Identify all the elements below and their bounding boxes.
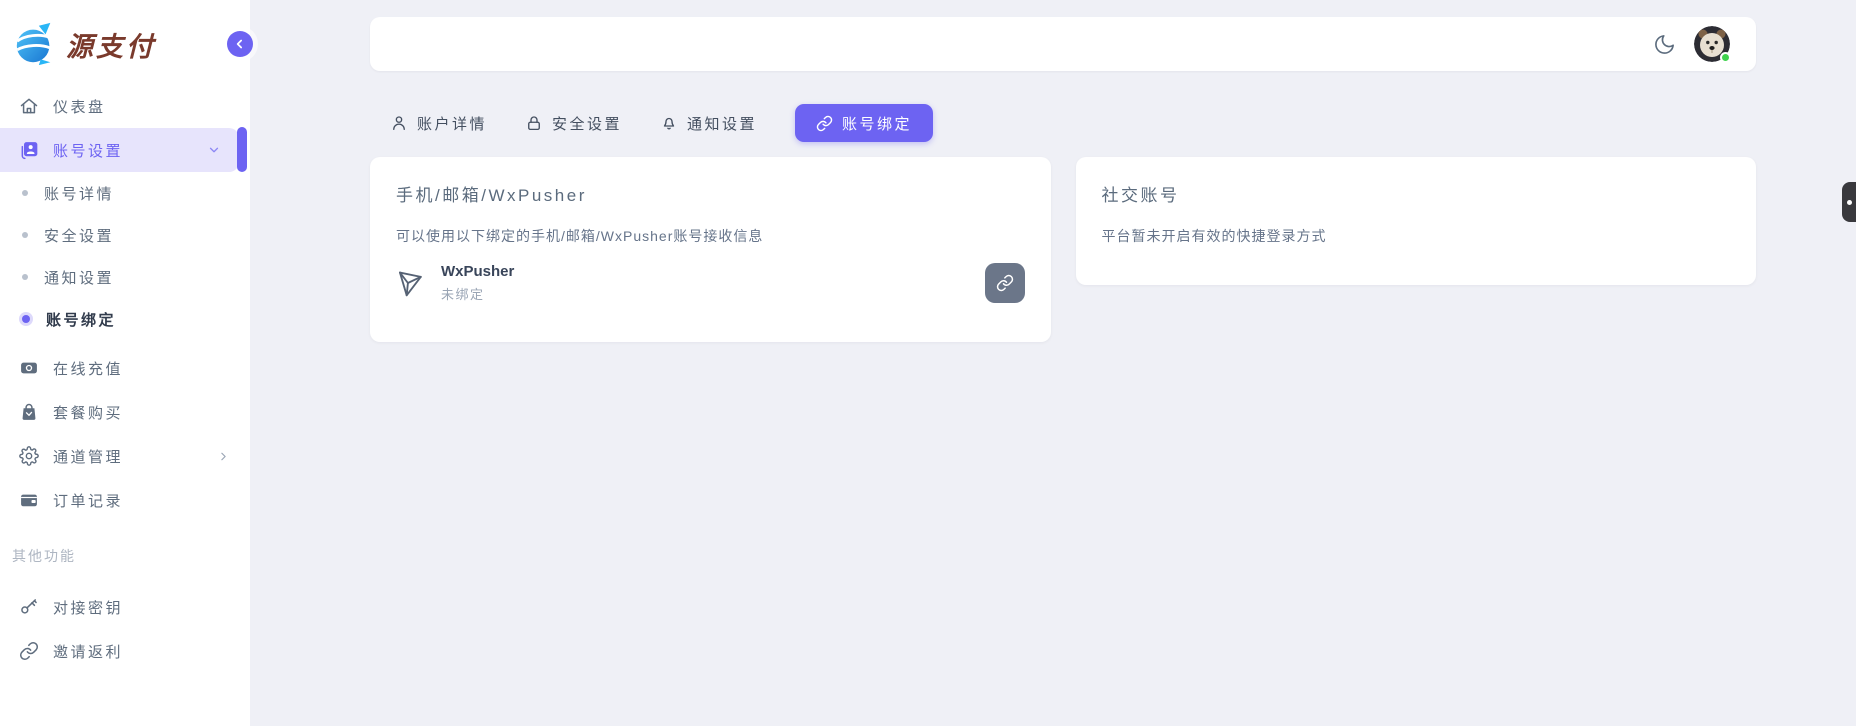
sidebar-nav: 仪表盘 账号设置: [0, 84, 250, 673]
settings-drawer-handle[interactable]: [1842, 182, 1856, 222]
active-menu-indicator: [237, 127, 247, 172]
sidebar-item-account-settings[interactable]: 账号设置: [0, 128, 239, 172]
bullet-dot-icon: [22, 274, 28, 280]
id-card-icon: [19, 140, 39, 160]
wallet-icon: [19, 490, 39, 510]
bullet-dot-icon: [22, 232, 28, 238]
bind-wxpusher-button[interactable]: [985, 263, 1025, 303]
social-card-description: 平台暂未开启有效的快捷登录方式: [1102, 226, 1731, 246]
sidebar-item-label: 在线充值: [53, 358, 123, 379]
tab-security-settings[interactable]: 安全设置: [525, 113, 622, 134]
sidebar-subitem-label: 安全设置: [44, 225, 114, 246]
tab-label: 账号绑定: [842, 113, 912, 134]
sidebar: 源支付 仪表盘: [0, 0, 250, 726]
sidebar-item-dashboard[interactable]: 仪表盘: [0, 84, 250, 128]
sidebar-item-label: 对接密钥: [53, 597, 123, 618]
sidebar-collapse-button[interactable]: [227, 31, 253, 57]
sidebar-section-other-features: 其他功能: [0, 536, 250, 576]
sidebar-item-label: 通道管理: [53, 446, 123, 467]
binding-card-title: 手机/邮箱/WxPusher: [396, 181, 1025, 206]
sidebar-item-channel-management[interactable]: 通道管理: [0, 434, 250, 478]
binding-card: 手机/邮箱/WxPusher 可以使用以下绑定的手机/邮箱/WxPusher账号…: [370, 157, 1051, 342]
sidebar-item-online-recharge[interactable]: 在线充值: [0, 346, 250, 390]
gear-icon: [19, 446, 39, 466]
chain-link-icon: [816, 115, 833, 132]
sidebar-subitem-label: 账号详情: [44, 183, 114, 204]
chevron-left-icon: [233, 37, 247, 51]
sidebar-subitem-account-binding[interactable]: 账号绑定: [0, 298, 250, 340]
brand-logo-icon: [12, 21, 58, 67]
tab-account-binding[interactable]: 账号绑定: [795, 104, 933, 142]
social-card-title: 社交账号: [1102, 181, 1731, 206]
sidebar-subitem-security-settings[interactable]: 安全设置: [0, 214, 250, 256]
sidebar-item-package-purchase[interactable]: 套餐购买: [0, 390, 250, 434]
bell-icon: [660, 114, 678, 132]
home-icon: [19, 96, 39, 116]
binding-card-description: 可以使用以下绑定的手机/邮箱/WxPusher账号接收信息: [396, 226, 1025, 246]
sidebar-item-label: 账号设置: [53, 140, 123, 161]
service-status: 未绑定: [441, 284, 514, 303]
sidebar-subitem-label: 通知设置: [44, 267, 114, 288]
bullet-dot-icon: [22, 315, 30, 323]
chain-link-icon: [19, 641, 39, 661]
theme-toggle-button[interactable]: [1646, 26, 1682, 62]
sidebar-item-label: 套餐购买: [53, 402, 123, 423]
user-avatar[interactable]: [1694, 26, 1730, 62]
wxpusher-info: WxPusher 未绑定: [441, 263, 514, 303]
tab-label: 通知设置: [687, 113, 757, 134]
banknote-icon: [19, 358, 39, 378]
sidebar-item-label: 订单记录: [53, 490, 123, 511]
moon-icon: [1653, 33, 1676, 56]
bullet-dot-icon: [22, 190, 28, 196]
sidebar-subitem-notification-settings[interactable]: 通知设置: [0, 256, 250, 298]
main-content: 账户详情 安全设置 通知设置: [250, 0, 1856, 726]
tab-account-details[interactable]: 账户详情: [390, 113, 487, 134]
cards-row: 手机/邮箱/WxPusher 可以使用以下绑定的手机/邮箱/WxPusher账号…: [370, 157, 1756, 342]
settings-tabs: 账户详情 安全设置 通知设置: [390, 104, 1756, 142]
sidebar-subitem-label: 账号绑定: [46, 309, 116, 330]
top-bar: [370, 17, 1756, 71]
handle-dot-icon: [1847, 200, 1852, 205]
lock-icon: [525, 114, 543, 132]
tab-label: 安全设置: [552, 113, 622, 134]
online-status-dot: [1720, 52, 1731, 63]
person-icon: [390, 114, 408, 132]
chevron-right-icon: [217, 450, 230, 463]
chain-link-icon: [996, 274, 1014, 292]
sidebar-item-order-records[interactable]: 订单记录: [0, 478, 250, 522]
shopping-bag-icon: [19, 402, 39, 422]
chevron-down-icon: [207, 143, 221, 157]
key-icon: [19, 597, 39, 617]
sidebar-item-label: 仪表盘: [53, 96, 106, 117]
paper-plane-icon: [396, 267, 426, 299]
brand[interactable]: 源支付: [0, 0, 250, 84]
tab-label: 账户详情: [417, 113, 487, 134]
sidebar-item-invite-rebate[interactable]: 邀请返利: [0, 629, 250, 673]
sidebar-item-api-keys[interactable]: 对接密钥: [0, 585, 250, 629]
social-accounts-card: 社交账号 平台暂未开启有效的快捷登录方式: [1076, 157, 1757, 285]
sidebar-item-label: 邀请返利: [53, 641, 123, 662]
sidebar-subitem-account-details[interactable]: 账号详情: [0, 172, 250, 214]
wxpusher-row: WxPusher 未绑定: [396, 263, 1025, 303]
tab-notification-settings[interactable]: 通知设置: [660, 113, 757, 134]
brand-name: 源支付: [66, 25, 156, 64]
service-name: WxPusher: [441, 263, 514, 280]
